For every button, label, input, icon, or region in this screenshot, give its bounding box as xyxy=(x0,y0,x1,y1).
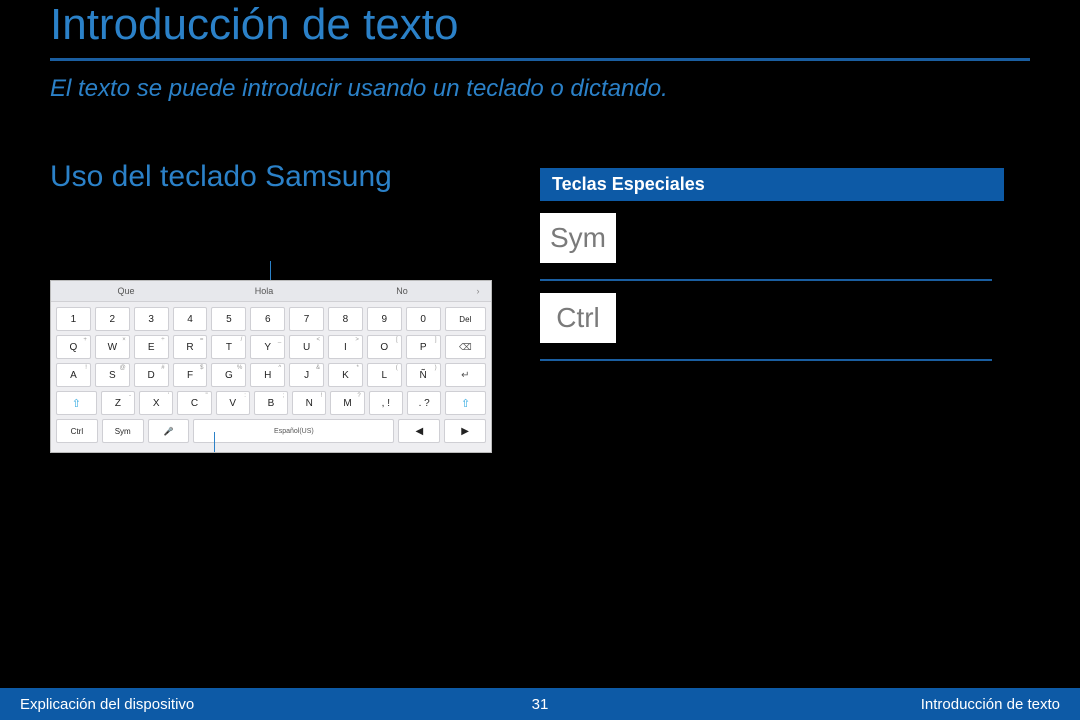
key-shift-left: ⇧ xyxy=(56,391,97,415)
key-x: 'X xyxy=(139,391,173,415)
key-y: _Y xyxy=(250,335,285,359)
key-s: @S xyxy=(95,363,130,387)
key-a: !A xyxy=(56,363,91,387)
key-u: <U xyxy=(289,335,324,359)
key-b: ;B xyxy=(254,391,288,415)
footer-right: Introducción de texto xyxy=(921,696,1060,713)
key-k: *K xyxy=(328,363,363,387)
page-title: Introducción de texto xyxy=(50,0,458,50)
page-subtitle: El texto se puede introducir usando un t… xyxy=(50,75,668,103)
key-comma: , ! xyxy=(369,391,403,415)
footer-page-number: 31 xyxy=(532,696,549,713)
key-1: 1 xyxy=(56,307,91,331)
key-r: =R xyxy=(173,335,208,359)
key-enye: )Ñ xyxy=(406,363,441,387)
suggestion: Que xyxy=(57,286,195,296)
key-p: ]P xyxy=(406,335,441,359)
key-shift-right: ⇧ xyxy=(445,391,486,415)
key-8: 8 xyxy=(328,307,363,331)
key-4: 4 xyxy=(173,307,208,331)
key-del: Del xyxy=(445,307,486,331)
key-row-5: Ctrl Sym 🎤 Español(US) ◀ ▶ xyxy=(56,419,486,443)
key-n: !N xyxy=(292,391,326,415)
key-row-1: 1 2 3 4 5 6 7 8 9 0 Del xyxy=(56,307,486,331)
key-period: . ? xyxy=(407,391,441,415)
key-5: 5 xyxy=(211,307,246,331)
special-key-row-sym: Sym xyxy=(540,201,992,281)
key-enter: ↵ xyxy=(445,363,486,387)
key-d: #D xyxy=(134,363,169,387)
key-7: 7 xyxy=(289,307,324,331)
samsung-keyboard-image: Que Hola No › 1 2 3 4 5 6 7 8 9 0 Del +Q… xyxy=(50,280,492,453)
key-i: >I xyxy=(328,335,363,359)
key-9: 9 xyxy=(367,307,402,331)
key-6: 6 xyxy=(250,307,285,331)
ctrl-key-icon: Ctrl xyxy=(540,293,616,343)
key-2: 2 xyxy=(95,307,130,331)
key-ctrl: Ctrl xyxy=(56,419,98,443)
key-row-3: !A @S #D $F %G ^H &J *K (L )Ñ ↵ xyxy=(56,363,486,387)
special-key-row-ctrl: Ctrl xyxy=(540,281,992,361)
pointer-line-bottom xyxy=(214,432,215,452)
pointer-line-top xyxy=(270,261,271,281)
key-g: %G xyxy=(211,363,246,387)
footer-left: Explicación del dispositivo xyxy=(20,696,194,713)
key-h: ^H xyxy=(250,363,285,387)
key-t: /T xyxy=(211,335,246,359)
key-w: ×W xyxy=(95,335,130,359)
suggestion-bar: Que Hola No › xyxy=(51,281,491,302)
key-cursor-right-icon: ▶ xyxy=(444,419,486,443)
key-q: +Q xyxy=(56,335,91,359)
suggestion: Hola xyxy=(195,286,333,296)
key-c: "C xyxy=(177,391,211,415)
key-v: :V xyxy=(216,391,250,415)
key-cursor-left-icon: ◀ xyxy=(398,419,440,443)
suggestion-more-icon: › xyxy=(471,286,485,296)
key-z: -Z xyxy=(101,391,135,415)
key-spacebar: Español(US) xyxy=(193,419,394,443)
key-l: (L xyxy=(367,363,402,387)
key-o: [O xyxy=(367,335,402,359)
key-mic-icon: 🎤 xyxy=(148,419,190,443)
page-footer: Explicación del dispositivo 31 Introducc… xyxy=(0,688,1080,720)
special-keys-header: Teclas Especiales xyxy=(540,168,1004,201)
key-row-4: ⇧ -Z 'X "C :V ;B !N ?M , ! . ? ⇧ xyxy=(56,391,486,415)
key-row-2: +Q ×W ÷E =R /T _Y <U >I [O ]P ⌫ xyxy=(56,335,486,359)
section-heading: Uso del teclado Samsung xyxy=(50,160,392,194)
key-sym: Sym xyxy=(102,419,144,443)
key-e: ÷E xyxy=(134,335,169,359)
key-f: $F xyxy=(173,363,208,387)
title-underline xyxy=(50,58,1030,61)
key-m: ?M xyxy=(330,391,364,415)
key-3: 3 xyxy=(134,307,169,331)
key-j: &J xyxy=(289,363,324,387)
suggestion: No xyxy=(333,286,471,296)
key-backspace: ⌫ xyxy=(445,335,486,359)
sym-key-icon: Sym xyxy=(540,213,616,263)
key-0: 0 xyxy=(406,307,441,331)
